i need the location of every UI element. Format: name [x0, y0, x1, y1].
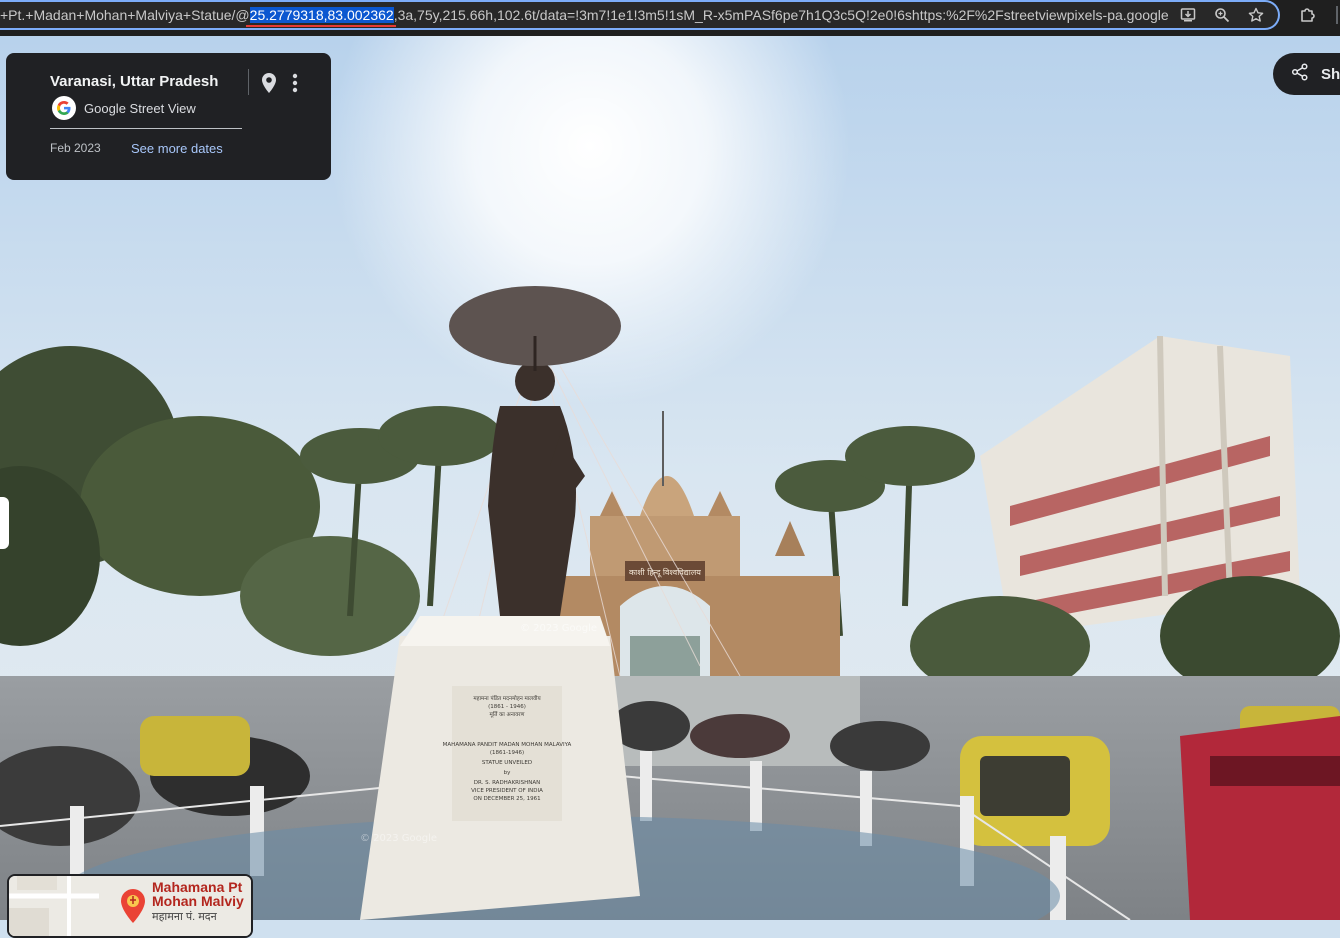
place-title: Varanasi, Uttar Pradesh [50, 73, 219, 90]
capture-date: Feb 2023 [50, 141, 101, 155]
share-button[interactable]: Sha [1273, 53, 1340, 95]
minimap[interactable]: Mahamana Pt Mohan Malviy महामना पं. मदन [7, 874, 253, 938]
source-row: Google Street View [52, 96, 196, 120]
url-text[interactable]: +Pt.+Madan+Mohan+Malviya+Statue/@25.2779… [0, 7, 1168, 23]
url-selected-coordinates: 25.2779318,83.002362 [249, 7, 394, 23]
address-bar[interactable]: +Pt.+Madan+Mohan+Malviya+Statue/@25.2779… [0, 0, 1280, 30]
plaque-line: by [504, 770, 511, 776]
map-pin-icon [119, 888, 147, 924]
watermark: © 2023 Google [360, 833, 437, 844]
url-prefix: +Pt.+Madan+Mohan+Malviya+Statue/@ [0, 7, 250, 23]
plaque-line: VICE PRESIDENT OF INDIA [471, 788, 543, 794]
share-icon [1291, 62, 1309, 86]
map-place-label: Mohan Malviy [152, 893, 244, 909]
location-info-card: Varanasi, Uttar Pradesh Google Street Vi… [6, 53, 331, 180]
bookmark-star-icon[interactable] [1248, 7, 1264, 23]
zoom-icon[interactable] [1214, 7, 1230, 23]
install-app-icon[interactable] [1180, 7, 1196, 23]
plaque-line: (1861 - 1946) [488, 704, 526, 710]
url-suffix: ,3a,75y,215.66h,102.6t/data=!3m7!1e1!3m5… [393, 7, 1168, 23]
see-more-dates-link[interactable]: See more dates [131, 141, 223, 156]
watermark: © 2023 Google [520, 623, 597, 634]
card-separator [248, 69, 249, 95]
share-label: Sha [1321, 65, 1340, 83]
plaque-line: DR. S. RADHAKRISHNAN [474, 780, 541, 786]
location-pin-icon[interactable] [259, 71, 279, 95]
card-divider [50, 128, 242, 129]
plaque-line: MAHAMANA PANDIT MADAN MOHAN MALAVIYA [443, 742, 572, 748]
extensions-icon[interactable] [1298, 5, 1318, 25]
source-label: Google Street View [84, 100, 196, 116]
plaque-line: (1861-1946) [490, 750, 524, 756]
red-vehicle [1180, 716, 1340, 920]
annotation-underline [246, 25, 396, 27]
plaque-line: मूर्ति का अनावरण [490, 711, 526, 718]
side-panel-toggle[interactable] [0, 497, 9, 549]
statue-pedestal: महामना पंडित मदनमोहन मालवीय (1861 - 1946… [360, 616, 640, 920]
plaque-line: STATUE UNVEILED [482, 760, 532, 766]
toolbar-separator [1334, 6, 1340, 24]
more-options-icon[interactable] [287, 71, 303, 95]
map-place-label-hindi: महामना पं. मदन [152, 911, 217, 923]
plaque-line: ON DECEMBER 25, 1961 [473, 796, 540, 802]
google-logo-icon [52, 96, 76, 120]
plaque-line: महामना पंडित मदनमोहन मालवीय [473, 695, 541, 702]
gate-sign: काशी हिन्दू विश्वविद्यालय [629, 567, 701, 578]
browser-toolbar: +Pt.+Madan+Mohan+Malviya+Statue/@25.2779… [0, 0, 1340, 36]
